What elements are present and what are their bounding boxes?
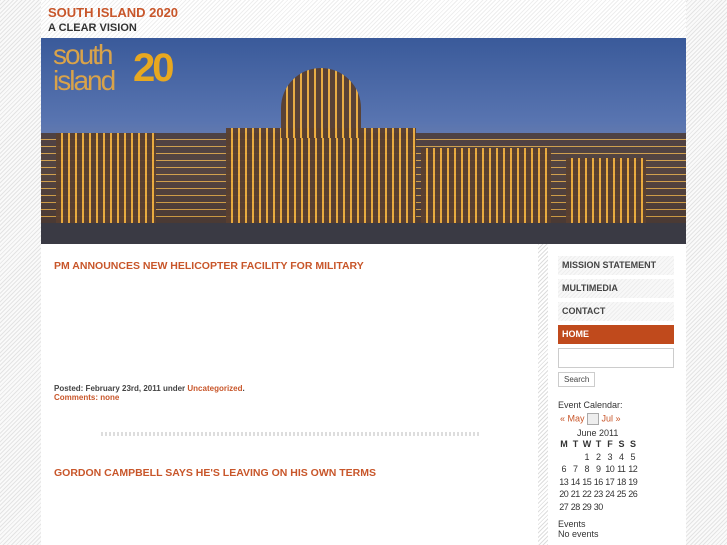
calendar-week: 6 7 8 9 10 11 12 — [558, 463, 639, 476]
calendar-week: 12345 — [558, 451, 639, 464]
calendar-day: 5 — [630, 451, 635, 462]
comments-link[interactable]: Comments: none — [54, 393, 119, 402]
sidebar-divider — [538, 244, 548, 545]
calendar-day: 14 — [570, 476, 580, 487]
calendar-day: 26 — [628, 489, 638, 500]
calendar-day: 23 — [593, 489, 603, 500]
category-link[interactable]: Uncategorized — [187, 384, 242, 393]
calendar-day: 4 — [618, 451, 624, 462]
calendar-week: 20 21 22 23 24 25 26 — [558, 488, 639, 501]
calendar-day: 15 — [582, 476, 592, 487]
calendar-day: 6 — [561, 464, 566, 475]
calendar-day — [627, 501, 639, 514]
calendar-label: Event Calendar: — [558, 400, 623, 410]
logo-number: 20 — [133, 46, 174, 90]
events-value: No events — [558, 529, 599, 539]
nav-multimedia[interactable]: MULTIMEDIA — [558, 279, 674, 298]
post-divider — [101, 432, 481, 436]
nav-home[interactable]: HOME — [558, 325, 674, 344]
calendar-day: 21 — [570, 489, 580, 500]
calendar-day: 30 — [593, 501, 603, 512]
calendar-day: 9 — [595, 464, 601, 475]
calendar-day — [558, 451, 570, 464]
calendar-day: 29 — [582, 501, 592, 512]
calendar-day — [570, 451, 582, 464]
prev-month-link[interactable]: « May — [560, 413, 585, 423]
nav-contact[interactable]: CONTACT — [558, 302, 674, 321]
post-meta: Posted: February 23rd, 2011 under Uncate… — [54, 384, 245, 393]
calendar-day: 12 — [628, 464, 638, 475]
calendar-day-header: S — [629, 439, 636, 450]
sidebar: MISSION STATEMENT MULTIMEDIA CONTACT HOM… — [558, 256, 674, 539]
calendar-day: 19 — [628, 476, 638, 487]
rss-icon[interactable] — [587, 413, 600, 425]
search-input[interactable] — [558, 348, 674, 368]
header-banner-image: south island 20 — [41, 38, 686, 244]
calendar-day: 17 — [605, 476, 615, 487]
tagline: A CLEAR VISION — [48, 22, 137, 34]
calendar-day: 18 — [616, 476, 626, 487]
post-title-link[interactable]: GORDON CAMPBELL SAYS HE'S LEAVING ON HIS… — [54, 467, 376, 479]
calendar-day: 10 — [605, 464, 615, 475]
search-button[interactable]: Search — [558, 372, 596, 387]
calendar-day-header: F — [607, 439, 613, 450]
calendar-day: 11 — [617, 464, 626, 475]
calendar: MTWTFSS 1 2 3 4 5 6 7 8 9 10 11 12 13 14 15 16 17 18 19 20 2… — [558, 438, 639, 513]
next-month-link[interactable]: Jul » — [602, 413, 621, 423]
calendar-week: 13 14 15 16 17 18 19 — [558, 476, 639, 489]
calendar-day: 7 — [572, 464, 578, 475]
header: SOUTH ISLAND 2020 A CLEAR VISION — [41, 0, 686, 38]
calendar-day-header: T — [595, 439, 601, 450]
calendar-day: 16 — [593, 476, 603, 487]
post: GORDON CAMPBELL SAYS HE'S LEAVING ON HIS… — [54, 463, 376, 481]
calendar-day: 27 — [559, 501, 569, 512]
calendar-day: 3 — [607, 451, 612, 462]
calendar-day: 13 — [559, 476, 569, 487]
content: PM ANNOUNCES NEW HELICOPTER FACILITY FOR… — [54, 256, 534, 479]
calendar-day: 8 — [584, 464, 589, 475]
site-title[interactable]: SOUTH ISLAND 2020 — [48, 5, 178, 20]
calendar-day: 1 — [584, 451, 589, 462]
post: PM ANNOUNCES NEW HELICOPTER FACILITY FOR… — [54, 256, 534, 402]
calendar-day: 24 — [605, 489, 615, 500]
nav-mission-statement[interactable]: MISSION STATEMENT — [558, 256, 674, 275]
calendar-day: 2 — [595, 451, 601, 462]
logo: south island — [53, 39, 116, 96]
post-title-link[interactable]: PM ANNOUNCES NEW HELICOPTER FACILITY FOR… — [54, 260, 364, 272]
calendar-day-header: S — [618, 439, 624, 450]
calendar-day — [604, 501, 616, 514]
page: SOUTH ISLAND 2020 A CLEAR VISION south is… — [41, 0, 686, 545]
calendar-day: 28 — [570, 501, 580, 512]
calendar-day-header: W — [582, 439, 591, 450]
calendar-day — [616, 501, 628, 514]
calendar-day: 20 — [559, 489, 569, 500]
calendar-day-header: T — [572, 439, 578, 450]
calendar-day-header: M — [560, 439, 568, 450]
calendar-month: June 2011 — [577, 428, 619, 438]
calendar-week: 27 28 29 30 — [558, 501, 639, 514]
events-label: Events — [558, 519, 586, 529]
calendar-day: 22 — [582, 489, 592, 500]
calendar-day: 25 — [616, 489, 626, 500]
